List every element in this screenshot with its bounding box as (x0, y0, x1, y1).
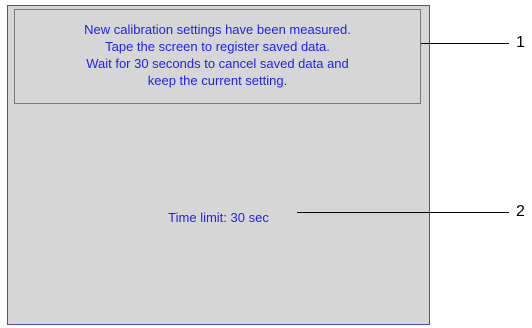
calibration-message-box: New calibration settings have been measu… (14, 9, 421, 104)
message-line-4: keep the current setting. (147, 72, 288, 88)
touch-screen-panel[interactable]: New calibration settings have been measu… (7, 5, 430, 325)
message-line-1: New calibration settings have been measu… (84, 21, 351, 37)
callout-line-1 (421, 43, 509, 44)
callout-number-1: 1 (516, 34, 525, 51)
callout-number-2: 2 (516, 203, 525, 220)
message-line-2: Tape the screen to register saved data. (105, 38, 330, 54)
callout-line-2 (297, 212, 509, 213)
message-line-3: Wait for 30 seconds to cancel saved data… (86, 55, 349, 71)
